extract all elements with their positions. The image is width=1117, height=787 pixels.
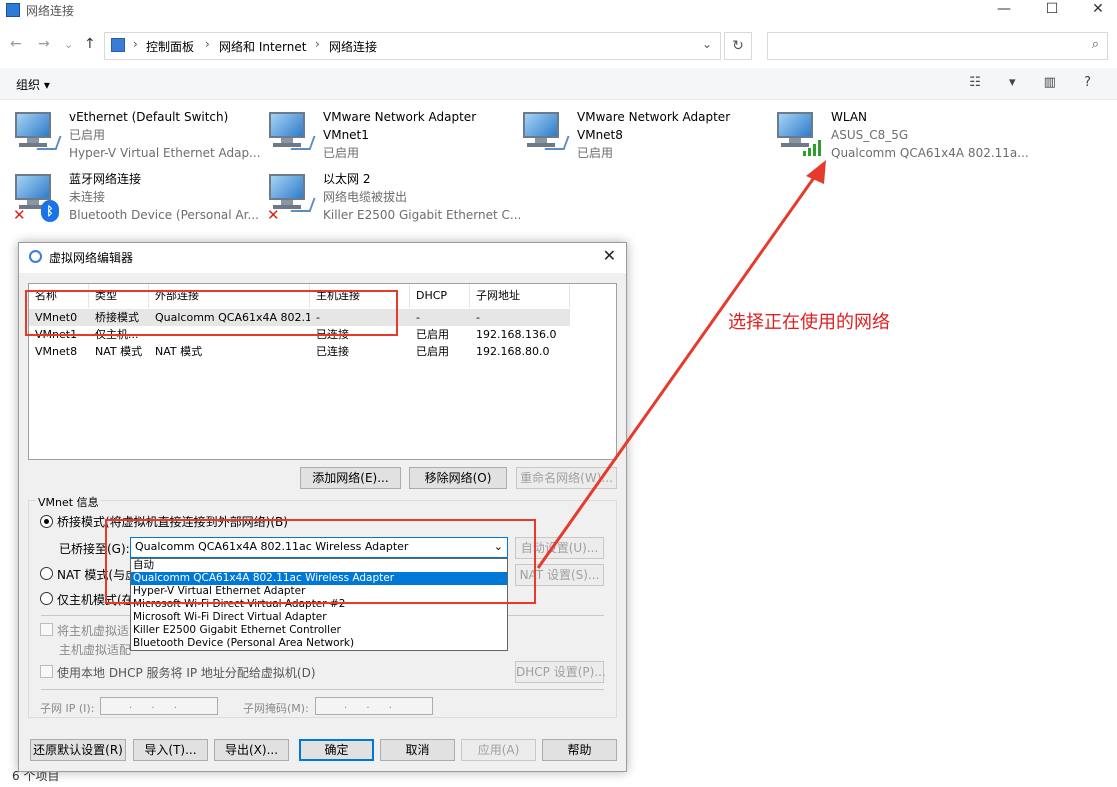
annotation-text: 选择正在使用的网络 [728, 312, 890, 333]
annotation-arrow [536, 160, 826, 569]
